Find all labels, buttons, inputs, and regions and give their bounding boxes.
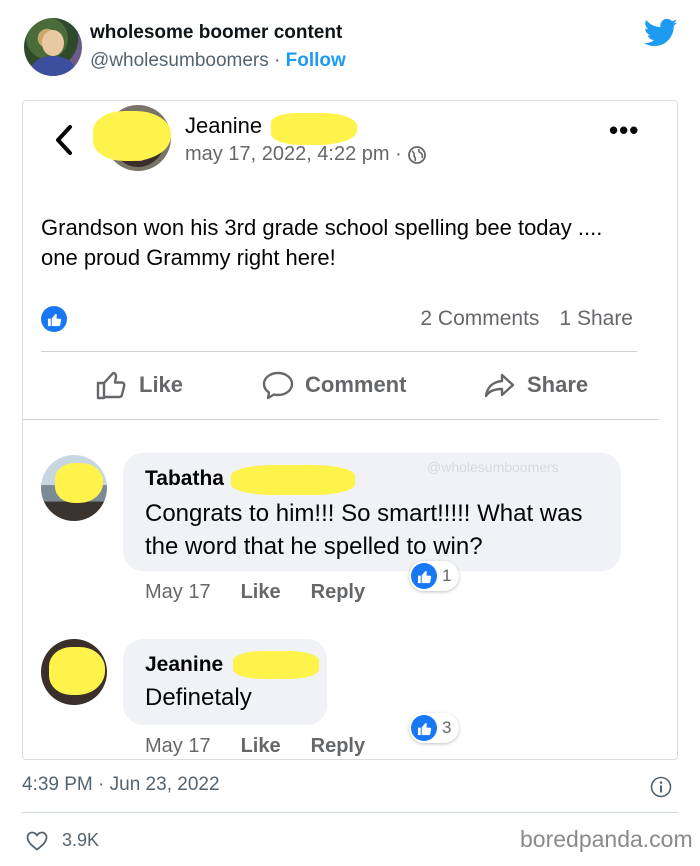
comment-bubble-icon (262, 371, 294, 400)
tweet-timestamp[interactable]: 4:39 PM · Jun 23, 2022 (22, 774, 220, 796)
comment-footer: May 17 Like Reply (145, 735, 365, 758)
commenter-name[interactable]: Tabatha (145, 467, 224, 491)
face-redaction-mark (49, 647, 105, 695)
post-reactions[interactable]: 17 (41, 306, 67, 332)
commenter-name[interactable]: Jeanine (145, 653, 223, 677)
tweet-like-count: 3.9K (62, 830, 100, 850)
twitter-bird-icon[interactable] (644, 18, 678, 48)
post-text: Grandson won his 3rd grade school spelli… (41, 215, 603, 270)
post-counts: 2 Comments 1 Share (420, 307, 633, 331)
post-meta: may 17, 2022, 4:22 pm · (185, 143, 426, 166)
share-button-label: Share (527, 372, 589, 397)
like-button[interactable]: Like (95, 369, 183, 401)
comment-like-button[interactable]: Like (241, 581, 281, 604)
shares-count[interactable]: 1 Share (559, 307, 633, 331)
follow-button[interactable]: Follow (286, 50, 346, 71)
globe-icon (407, 145, 426, 164)
name-redaction-mark (233, 651, 319, 679)
poster-name[interactable]: Jeanine (185, 113, 262, 139)
divider (22, 812, 678, 813)
comment-date[interactable]: May 17 (145, 581, 211, 604)
comment-footer: May 17 Like Reply (145, 581, 365, 604)
name-redaction-mark (231, 465, 355, 495)
divider (23, 419, 659, 420)
thumbs-up-icon (96, 371, 126, 400)
comment-like-button[interactable]: Like (241, 735, 281, 758)
share-arrow-icon (484, 373, 515, 398)
like-reaction-icon (41, 306, 67, 332)
like-reaction-icon (411, 563, 437, 589)
face-redaction-mark (55, 463, 103, 503)
info-icon[interactable] (650, 776, 672, 798)
comments-count[interactable]: 2 Comments (420, 307, 539, 331)
back-arrow-icon[interactable] (53, 123, 75, 157)
comment-watermark: @wholesumboomers (427, 459, 559, 475)
share-button[interactable]: Share (483, 369, 588, 401)
twitter-author-handle[interactable]: @wholesumboomers (90, 50, 269, 71)
handle-separator: · (268, 50, 286, 71)
post-action-bar: Like Comment Share (23, 365, 677, 409)
like-reaction-icon (411, 715, 437, 741)
avatar-shirt (32, 56, 74, 76)
heart-icon (26, 831, 48, 851)
post-date[interactable]: may 17, 2022, 4:22 pm · (185, 143, 402, 166)
name-redaction-mark (271, 113, 357, 145)
face-redaction-mark (93, 111, 171, 161)
comment-date[interactable]: May 17 (145, 735, 211, 758)
comment-button[interactable]: Comment (261, 369, 406, 401)
comment-button-label: Comment (305, 372, 407, 397)
like-button-label: Like (139, 372, 184, 397)
reaction-count: 1 (442, 566, 452, 585)
facebook-screenshot: Jeanine may 17, 2022, 4:22 pm · ••• Gran… (22, 100, 678, 760)
comment-reaction-count[interactable]: 3 (409, 713, 460, 743)
twitter-handle-row: @wholesumboomers · Follow (90, 50, 346, 72)
comment-text: Congrats to him!!! So smart!!!!! What wa… (145, 500, 583, 560)
tweet-like-button[interactable]: 3.9K (26, 830, 99, 851)
avatar-face (42, 30, 64, 56)
reaction-count: 3 (442, 718, 452, 737)
twitter-author-name[interactable]: wholesome boomer content (90, 22, 342, 44)
comment-reply-button[interactable]: Reply (311, 735, 365, 758)
divider (41, 351, 637, 352)
twitter-author-avatar[interactable] (24, 18, 82, 76)
comment-text: Definetaly (145, 684, 252, 711)
comment-reaction-count[interactable]: 1 (409, 561, 460, 591)
boredpanda-watermark: boredpanda.com (520, 826, 693, 852)
comment-reply-button[interactable]: Reply (311, 581, 365, 604)
more-options-icon[interactable]: ••• (609, 115, 639, 146)
